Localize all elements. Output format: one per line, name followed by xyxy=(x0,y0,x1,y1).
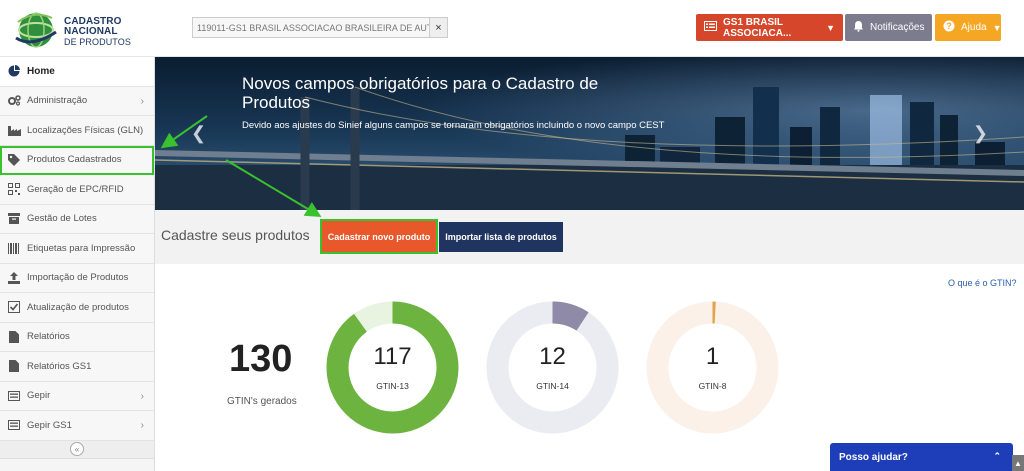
upload-icon xyxy=(7,271,21,284)
help-label: Ajuda xyxy=(961,22,987,33)
sidebar-item-label: Geração de EPC/RFID xyxy=(27,183,124,195)
question-circle-icon: ? xyxy=(943,20,955,35)
sidebar-item-gestao-lotes[interactable]: Gestão de Lotes xyxy=(0,204,154,234)
notifications-label: Notificações xyxy=(870,22,925,33)
industry-icon xyxy=(7,124,21,136)
donut-value: 1 xyxy=(705,343,720,370)
company-selector-field[interactable]: 119011-GS1 BRASIL ASSOCIACAO BRASILEIRA … xyxy=(192,17,448,38)
file-icon xyxy=(7,330,21,343)
sidebar-item-atualizacao[interactable]: Atualização de produtos xyxy=(0,293,154,323)
donut-value: 117 xyxy=(373,343,412,370)
pie-chart-icon xyxy=(7,65,21,77)
sidebar-item-home[interactable]: Home xyxy=(0,57,154,87)
sidebar-item-produtos-cadastrados[interactable]: Produtos Cadastrados xyxy=(0,145,154,175)
sidebar-item-label: Home xyxy=(27,65,55,77)
news-banner: Novos campos obrigatórios para o Cadastr… xyxy=(155,57,1024,210)
help-chat-bar[interactable]: Posso ajudar? ⌃ xyxy=(830,443,1013,471)
what-is-gtin-link[interactable]: O que é o GTIN? xyxy=(948,278,1017,288)
donut-value: 12 xyxy=(539,343,566,370)
archive-icon xyxy=(7,213,21,225)
donut-label: GTIN-8 xyxy=(698,381,727,391)
sidebar-item-importacao[interactable]: Importação de Produtos xyxy=(0,263,154,293)
logo-line-3: DE PRODUTOS xyxy=(64,37,131,47)
chevron-up-icon[interactable]: ⌃ xyxy=(993,451,1001,462)
sidebar-item-label: Localizações Físicas (GLN) xyxy=(27,124,144,136)
sidebar-item-label: Relatórios xyxy=(27,331,70,343)
notifications-button[interactable]: Notificações xyxy=(845,14,932,41)
chevron-down-icon: ▼ xyxy=(826,22,835,33)
help-chat-label: Posso ajudar? xyxy=(839,451,908,463)
card-icon xyxy=(7,390,21,402)
sidebar-item-administracao[interactable]: Administração › xyxy=(0,86,154,116)
sidebar-item-label: Atualização de produtos xyxy=(27,301,129,313)
sidebar-item-label: Produtos Cadastrados xyxy=(27,154,122,166)
donut-gtin-8: 1 GTIN-8 xyxy=(646,301,779,434)
company-menu-label: GS1 BRASIL ASSOCIACA... xyxy=(723,16,792,39)
donut-gtin-13: 117 GTIN-13 xyxy=(326,301,459,434)
sidebar-item-relatorios[interactable]: Relatórios xyxy=(0,322,154,352)
new-product-button[interactable]: Cadastrar novo produto xyxy=(320,219,438,254)
bell-icon xyxy=(853,20,864,35)
sidebar-item-label: Gepir GS1 xyxy=(27,419,72,431)
cadastro-nacional-logo[interactable]: CADASTRO NACIONAL DE PRODUTOS xyxy=(12,8,162,50)
sidebar-item-gepir-gs1[interactable]: Gepir GS1 › xyxy=(0,411,154,441)
check-square-icon xyxy=(7,301,21,314)
sidebar-item-label: Gepir xyxy=(27,390,51,402)
company-menu-button[interactable]: GS1 BRASIL ASSOCIACA... ▼ xyxy=(696,14,843,41)
collapse-sidebar-icon[interactable]: « xyxy=(70,442,84,456)
sidebar-item-label: Importação de Produtos xyxy=(27,272,129,284)
gears-icon xyxy=(7,95,21,107)
sidebar-item-label: Administração xyxy=(27,95,88,107)
svg-text:?: ? xyxy=(946,21,952,31)
total-gtin-label: GTIN's gerados xyxy=(227,396,297,407)
sidebar-item-label: Etiquetas para Impressão xyxy=(27,242,136,254)
banner-title: Novos campos obrigatórios para o Cadastr… xyxy=(242,74,599,112)
sidebar-item-etiquetas[interactable]: Etiquetas para Impressão xyxy=(0,234,154,264)
chevron-down-icon: ▼ xyxy=(992,22,1002,33)
logo-text: CADASTRO NACIONAL DE PRODUTOS xyxy=(64,17,131,48)
sidebar-item-label: Gestão de Lotes xyxy=(27,213,97,225)
file-icon xyxy=(7,360,21,373)
company-field-value[interactable]: 119011-GS1 BRASIL ASSOCIACAO BRASILEIRA … xyxy=(193,23,429,33)
sidebar-item-relatorios-gs1[interactable]: Relatórios GS1 xyxy=(0,352,154,382)
sidebar-collapse-bar[interactable]: « xyxy=(0,440,154,459)
cadastre-section: Cadastre seus produtos Cadastrar novo pr… xyxy=(155,210,1024,264)
banner-text: Devido aos ajustes do Sinief alguns camp… xyxy=(242,120,665,131)
qrcode-icon xyxy=(7,183,21,196)
cadastre-title: Cadastre seus produtos xyxy=(161,227,310,243)
sidebar-item-localizacoes[interactable]: Localizações Físicas (GLN) xyxy=(0,116,154,146)
carousel-prev-icon[interactable]: ❮ xyxy=(191,123,206,144)
list-card-icon xyxy=(704,21,717,34)
sidebar: Home Administração › Localizações Física… xyxy=(0,57,155,471)
carousel-next-icon[interactable]: ❯ xyxy=(973,123,988,144)
sidebar-item-epc-rfid[interactable]: Geração de EPC/RFID xyxy=(0,175,154,205)
help-button[interactable]: ? Ajuda ▼ xyxy=(935,14,1002,41)
donut-label: GTIN-13 xyxy=(376,381,409,391)
top-header: CADASTRO NACIONAL DE PRODUTOS 119011-GS1… xyxy=(0,0,1024,57)
donut-label: GTIN-14 xyxy=(536,381,569,391)
card-icon xyxy=(7,419,21,431)
donut-gtin-14: 12 GTIN-14 xyxy=(486,301,619,434)
clear-company-button[interactable]: × xyxy=(429,18,447,37)
sidebar-item-label: Relatórios GS1 xyxy=(27,360,92,372)
chevron-right-icon: › xyxy=(140,95,144,107)
import-products-button[interactable]: Importar lista de produtos xyxy=(439,222,563,252)
barcode-icon xyxy=(7,242,21,254)
sidebar-item-gepir[interactable]: Gepir › xyxy=(0,381,154,411)
logo-line-2: NACIONAL xyxy=(64,26,118,37)
chevron-right-icon: › xyxy=(140,390,144,402)
scroll-top-icon[interactable]: ▲ xyxy=(1012,455,1024,471)
total-gtin-count: 130 xyxy=(229,338,293,380)
chevron-right-icon: › xyxy=(140,420,144,431)
tag-icon xyxy=(7,153,21,166)
globe-logo-icon xyxy=(15,12,57,48)
